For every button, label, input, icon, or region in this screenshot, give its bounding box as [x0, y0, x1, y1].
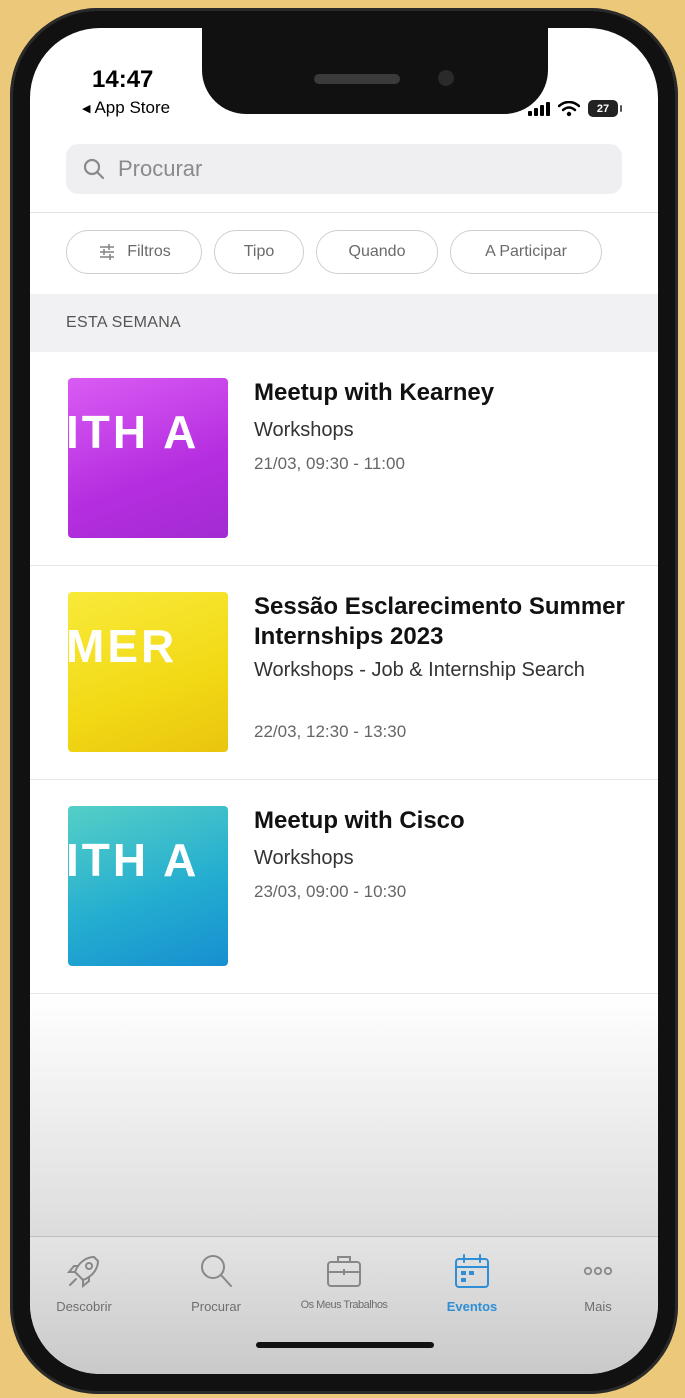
search-icon — [83, 158, 105, 180]
app-screen: 14:47 ◀ App Store 27 Procurar Filtros Ti… — [30, 28, 658, 1374]
attending-filter-chip[interactable]: A Participar — [450, 230, 602, 274]
tab-discover[interactable]: Descobrir — [30, 1251, 144, 1314]
tab-search[interactable]: Procurar — [156, 1251, 276, 1314]
thumbnail-text: ITH A — [68, 406, 200, 458]
back-arrow-icon: ◀ — [82, 102, 91, 115]
home-indicator[interactable] — [256, 1342, 434, 1348]
wifi-icon — [558, 100, 580, 116]
tab-label: Descobrir — [56, 1299, 112, 1314]
event-category: Workshops — [254, 847, 354, 869]
notch — [202, 28, 548, 114]
back-to-app-store[interactable]: ◀ App Store — [82, 98, 170, 118]
tab-label: Procurar — [191, 1299, 241, 1314]
event-item-kearney[interactable]: ITH A Meetup with Kearney Workshops 21/0… — [30, 352, 658, 566]
when-label: Quando — [348, 243, 406, 260]
event-date: 23/03, 09:00 - 10:30 — [254, 882, 407, 901]
tab-events[interactable]: Eventos — [412, 1251, 532, 1314]
sliders-icon — [100, 244, 115, 260]
event-title: Sessão Esclarecimento Summer Internships… — [254, 593, 625, 650]
event-title: Meetup with Kearney — [254, 379, 495, 406]
tab-label: Os Meus Trabalhos — [300, 1299, 388, 1311]
event-date: 21/03, 09:30 - 11:00 — [254, 454, 405, 473]
event-item-summer-internships[interactable]: MER Sessão Esclarecimento Summer Interns… — [30, 566, 658, 780]
event-title: Meetup with Cisco — [254, 807, 465, 834]
divider — [30, 212, 658, 213]
briefcase-icon — [327, 1256, 361, 1287]
status-indicators: 27 — [528, 100, 622, 117]
thumbnail-text: ITH A — [68, 834, 200, 886]
filters-label: Filtros — [127, 243, 171, 260]
search-icon — [201, 1255, 232, 1287]
tab-label: Eventos — [446, 1299, 498, 1314]
filters-button[interactable]: Filtros — [66, 230, 202, 274]
event-thumbnail: ITH A — [68, 806, 228, 966]
thumbnail-text: MER — [68, 620, 178, 672]
more-icon — [583, 1266, 613, 1276]
event-category: Workshops - Job & Internship Search — [254, 659, 585, 681]
speaker — [314, 74, 400, 84]
event-category: Workshops — [254, 419, 354, 441]
event-item-cisco[interactable]: ITH A Meetup with Cisco Workshops 23/03,… — [30, 780, 658, 994]
rocket-icon — [66, 1256, 99, 1289]
section-title: ESTA SEMANA — [66, 314, 182, 331]
search-placeholder: Procurar — [118, 156, 203, 181]
section-header: ESTA SEMANA — [30, 294, 658, 352]
tab-more[interactable]: Mais — [538, 1251, 658, 1314]
empty-list-area — [30, 996, 658, 1258]
tab-label: Mais — [584, 1299, 612, 1314]
event-thumbnail: ITH A — [68, 378, 228, 538]
camera — [438, 70, 454, 86]
battery-icon: 27 — [588, 100, 622, 117]
tab-my-jobs[interactable]: Os Meus Trabalhos — [284, 1251, 404, 1311]
phone-frame: 14:47 ◀ App Store 27 Procurar Filtros Ti… — [10, 8, 678, 1394]
search-bar[interactable]: Procurar — [66, 144, 622, 194]
attending-label: A Participar — [485, 243, 567, 260]
event-date: 22/03, 12:30 - 13:30 — [254, 722, 407, 741]
calendar-icon — [455, 1254, 489, 1288]
type-label: Tipo — [243, 243, 275, 260]
back-app-label: App Store — [94, 98, 171, 117]
type-filter-chip[interactable]: Tipo — [214, 230, 304, 274]
event-thumbnail: MER — [68, 592, 228, 752]
when-filter-chip[interactable]: Quando — [316, 230, 438, 274]
tab-bar: Descobrir Procurar Os Meus Trabalhos Eve… — [30, 1236, 658, 1374]
filter-chips: Filtros Tipo Quando A Participar — [66, 230, 602, 278]
status-time: 14:47 — [92, 66, 154, 93]
